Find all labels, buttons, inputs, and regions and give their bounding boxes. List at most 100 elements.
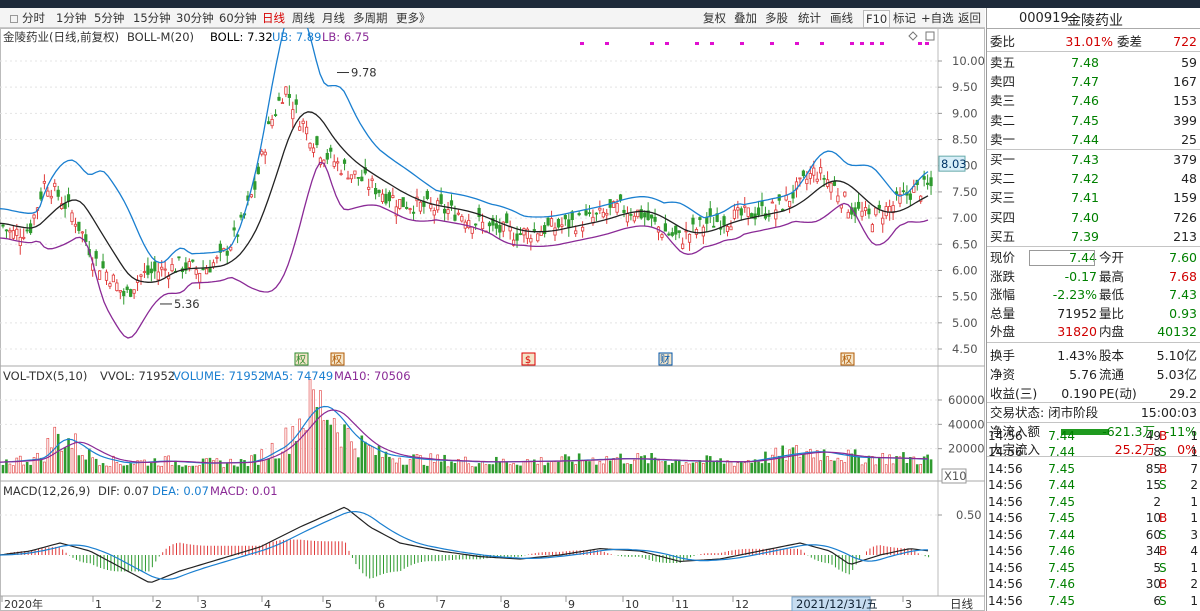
period-tab-7[interactable]: 周线 [292,10,315,26]
period-tab-9[interactable]: 多周期 [353,10,388,26]
period-tab-5[interactable]: 60分钟 [219,10,257,26]
trade-price: 7.46 [1048,544,1075,559]
volume-bar [577,453,581,474]
candle-body [881,217,885,225]
volume-bar [160,465,163,474]
candle-body [857,201,861,209]
candle-body [418,201,423,212]
toolbar-button-7[interactable]: +自选 [921,10,954,26]
volume-bar [205,458,208,474]
boll-indicator-name[interactable]: BOLL-M(20) [127,30,194,44]
candle-body [725,226,730,232]
period-tab-3[interactable]: 15分钟 [133,10,171,26]
volume-indicator-name[interactable]: VOL-TDX(5,10) [3,369,87,383]
candle-body [284,86,288,95]
volume-bar [77,455,81,474]
candle-body [860,210,864,217]
volume-bar [439,461,443,474]
candle-body [629,214,633,216]
toolbar-button-1[interactable]: 叠加 [734,10,757,26]
trade-side: S [1159,527,1167,542]
candle-body [177,256,181,259]
candle-body [42,181,47,184]
title-bar [0,0,1200,8]
volume-bar [70,447,74,474]
candle-body [194,269,198,275]
candle-body [405,206,409,209]
volume-bar [653,457,657,474]
price-axis-label: 6.50 [952,237,978,251]
toolbar-button-8[interactable]: 返回 [958,10,981,26]
trade-count: 2 [1190,478,1198,493]
period-tab-0[interactable]: 分时 [22,10,45,26]
trade-price: 7.44 [1048,527,1075,542]
volume-bar [291,426,295,474]
volume-bar [519,465,522,474]
toolbar-button-3[interactable]: 统计 [798,10,821,26]
candle-body [498,224,502,233]
period-tab-6[interactable]: 日线 [262,10,285,26]
volume-bar [864,462,867,474]
ask-row: 卖五 7.48 59 [987,53,1200,73]
candle-body [149,268,153,274]
candle-body [280,102,285,104]
low-annotation: 5.36 [174,297,200,311]
volume-bar [381,457,384,474]
period-tab-10[interactable]: 更多》 [396,10,431,26]
candle-body [118,290,122,293]
volume-bar [684,462,688,474]
volume-bar [115,462,119,474]
period-toolbar: 分时 1分钟 5分钟 15分钟 30分钟 60分钟 日线 周线 月线 多周期 更多》 复权 叠加 多股 统计… [0,8,985,28]
candle-body [8,229,12,233]
toolbar-button-0[interactable]: 复权 [703,10,726,26]
period-tab-2[interactable]: 5分钟 [94,10,124,26]
volume-bar [905,463,909,474]
toolbar-button-2[interactable]: 多股 [765,10,788,26]
candle-body [315,136,319,146]
candle-body [518,233,523,235]
period-tab-8[interactable]: 月线 [322,10,345,26]
x-axis-label: 4 [264,598,271,611]
volume-bar [353,448,357,474]
period-tab-4[interactable]: 30分钟 [176,10,214,26]
candle-body [663,223,668,232]
volume-bar [657,460,660,474]
candle-body [487,222,492,227]
toolbar-button-6[interactable]: 标记 [893,10,916,26]
volume-bar [764,451,767,474]
volume-bar [8,463,12,474]
stock-name: 金陵药业 [1067,13,1123,29]
volume-bar [867,455,871,474]
macd-dif-line [0,506,929,583]
candle-body [191,259,195,262]
trade-time: 14:56 [988,593,1023,608]
event-marker: 财 [660,353,670,366]
candle-body [108,283,112,287]
trade-price: 7.45 [1048,593,1075,608]
toolbar-button-5[interactable]: F10 [863,10,891,28]
trade-side: B [1159,511,1168,526]
period-tab-1[interactable]: 1分钟 [56,10,86,26]
kline-chart-canvas[interactable]: 10.009.509.008.508.007.507.006.506.005.5… [0,28,985,611]
candle-body [908,193,912,200]
candle-body [373,188,378,195]
trade-side: S [1159,478,1167,493]
candle-body [929,177,933,187]
candle-body [474,223,478,226]
price-axis-label: 10.00 [952,54,985,68]
volume-bar [225,462,229,474]
volume-bar [467,463,471,474]
volume-bar [881,452,885,474]
candle-body [460,215,464,222]
volume-bar [536,463,540,474]
candle-body [380,193,385,203]
kline-chart-area[interactable]: 10.009.509.008.508.007.507.006.506.005.5… [0,28,985,611]
trade-count: 1 [1190,511,1198,526]
candle-body [729,226,733,231]
volume-bar [229,458,232,474]
candle-body [287,94,291,98]
candle-body [391,195,395,198]
macd-indicator-name[interactable]: MACD(12,26,9) [3,484,90,498]
toolbar-button-4[interactable]: 画线 [830,10,853,26]
volume-bar [757,461,760,474]
